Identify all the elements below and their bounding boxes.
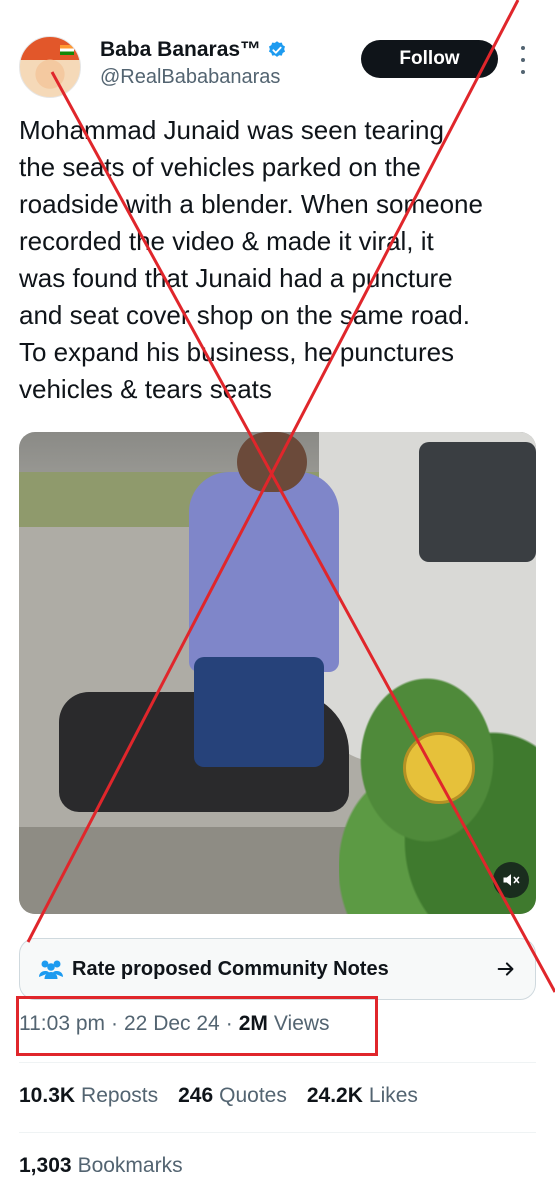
quotes-count: 246	[178, 1084, 214, 1107]
tweet-video[interactable]	[19, 432, 536, 914]
community-notes-icon	[39, 960, 63, 979]
likes-count: 24.2K	[306, 1084, 363, 1107]
divider	[19, 1062, 536, 1063]
tweet-header: Baba Banaras™ @RealBababanaras Follow	[0, 0, 555, 110]
video-frame-person-legs	[194, 657, 324, 767]
reposts-label: Reposts	[81, 1084, 159, 1107]
reposts-stat[interactable]: 10.3K Reposts	[19, 1084, 158, 1108]
display-name[interactable]: Baba Banaras™	[100, 38, 261, 62]
video-frame-person-head	[237, 432, 307, 492]
likes-label: Likes	[368, 1084, 418, 1107]
follow-button[interactable]: Follow	[361, 40, 498, 78]
quotes-label: Quotes	[219, 1084, 287, 1107]
name-row: Baba Banaras™	[100, 38, 287, 62]
tweet-text: Mohammad Junaid was seen tearing the sea…	[19, 115, 483, 404]
likes-stat[interactable]: 24.2K Likes	[307, 1084, 418, 1108]
more-options-icon[interactable]	[515, 46, 531, 74]
bookmarks-label: Bookmarks	[77, 1154, 183, 1177]
community-notes-bar[interactable]: Rate proposed Community Notes	[19, 938, 536, 1000]
reposts-count: 10.3K	[19, 1084, 76, 1107]
divider	[19, 1132, 536, 1133]
bookmarks-count: 1,303	[19, 1154, 72, 1177]
video-frame-car-window	[419, 442, 536, 562]
avatar[interactable]	[19, 36, 81, 98]
user-handle[interactable]: @RealBababanaras	[100, 66, 280, 89]
arrow-right-icon	[497, 962, 514, 976]
flag-icon	[60, 45, 74, 55]
verified-badge-icon	[269, 41, 286, 57]
engagement-stats: 10.3K Reposts 246 Quotes 24.2K Likes	[19, 1084, 418, 1108]
speaker-muted-icon	[503, 874, 520, 886]
highlight-annotation-box	[16, 996, 378, 1056]
quotes-stat[interactable]: 246 Quotes	[178, 1084, 287, 1108]
watermark-logo	[403, 732, 475, 804]
community-notes-label: Rate proposed Community Notes	[72, 957, 389, 980]
mute-toggle[interactable]	[493, 862, 529, 898]
video-frame-person	[189, 472, 339, 672]
bookmarks-stat[interactable]: 1,303 Bookmarks	[19, 1154, 183, 1178]
